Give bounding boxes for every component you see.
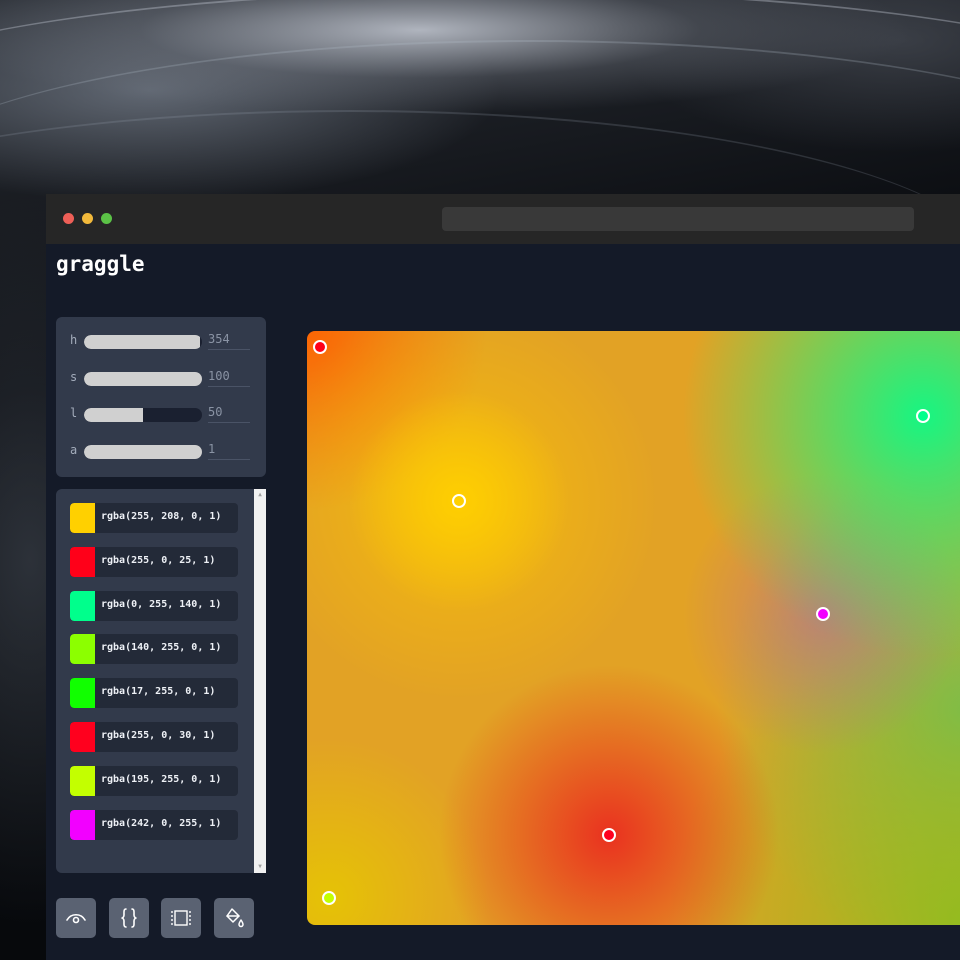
color-swatch bbox=[70, 678, 95, 708]
color-list-item[interactable]: rgba(17, 255, 0, 1) bbox=[70, 678, 238, 708]
code-braces-icon bbox=[121, 908, 137, 928]
color-list-item[interactable]: rgba(242, 0, 255, 1) bbox=[70, 810, 238, 840]
gradient-point-handle[interactable] bbox=[816, 607, 830, 621]
fill-button[interactable] bbox=[214, 898, 254, 938]
color-value: rgba(140, 255, 0, 1) bbox=[101, 642, 222, 653]
scroll-up-arrow-icon[interactable]: ▲ bbox=[254, 489, 266, 501]
hsla-panel: h 354 s 100 l 50 a 1 bbox=[56, 317, 266, 477]
color-list-panel: rgba(255, 208, 0, 1) rgba(255, 0, 25, 1)… bbox=[56, 489, 266, 873]
color-value: rgba(242, 0, 255, 1) bbox=[101, 818, 222, 829]
slider-label: h bbox=[70, 333, 78, 347]
color-list-item[interactable]: rgba(195, 255, 0, 1) bbox=[70, 766, 238, 796]
gradient-canvas[interactable] bbox=[307, 331, 960, 925]
slider-fill bbox=[84, 372, 202, 386]
gradient-point-handle[interactable] bbox=[322, 891, 336, 905]
color-swatch bbox=[70, 722, 95, 752]
color-list-item[interactable]: rgba(0, 255, 140, 1) bbox=[70, 591, 238, 621]
color-list-item[interactable]: rgba(255, 208, 0, 1) bbox=[70, 503, 238, 533]
color-swatch bbox=[70, 634, 95, 664]
window-titlebar bbox=[46, 194, 960, 244]
code-button[interactable] bbox=[109, 898, 149, 938]
url-bar[interactable] bbox=[442, 207, 914, 231]
minimize-window-button[interactable] bbox=[82, 213, 93, 224]
color-value: rgba(195, 255, 0, 1) bbox=[101, 774, 222, 785]
browser-window: graggle h 354 s 100 l 50 a 1 rgba(255, 2… bbox=[46, 194, 960, 960]
paint-bucket-icon bbox=[226, 908, 244, 928]
slider-fill bbox=[84, 335, 201, 349]
saturation-value-input[interactable]: 100 bbox=[208, 369, 250, 387]
color-list-scrollbar[interactable]: ▲ ▼ bbox=[254, 489, 266, 873]
frame-icon bbox=[171, 910, 191, 926]
slider-label: l bbox=[70, 406, 78, 420]
alpha-slider[interactable] bbox=[84, 445, 202, 459]
app-logo: graggle bbox=[56, 252, 145, 276]
hue-slider[interactable] bbox=[84, 335, 202, 349]
slider-label: a bbox=[70, 443, 78, 457]
maximize-window-button[interactable] bbox=[101, 213, 112, 224]
color-value: rgba(17, 255, 0, 1) bbox=[101, 686, 216, 697]
color-swatch bbox=[70, 591, 95, 621]
gradient-point-handle[interactable] bbox=[916, 409, 930, 423]
color-list-item[interactable]: rgba(140, 255, 0, 1) bbox=[70, 634, 238, 664]
alpha-value-input[interactable]: 1 bbox=[208, 442, 250, 460]
color-swatch bbox=[70, 503, 95, 533]
color-value: rgba(0, 255, 140, 1) bbox=[101, 599, 222, 610]
slider-row-hue: h 354 bbox=[56, 329, 266, 353]
gradient-point-handle[interactable] bbox=[452, 494, 466, 508]
hue-value-input[interactable]: 354 bbox=[208, 332, 250, 350]
color-swatch bbox=[70, 547, 95, 577]
slider-label: s bbox=[70, 370, 78, 384]
lightness-slider[interactable] bbox=[84, 408, 202, 422]
frame-button[interactable] bbox=[161, 898, 201, 938]
lightness-value-input[interactable]: 50 bbox=[208, 405, 250, 423]
eye-icon bbox=[66, 913, 86, 924]
color-value: rgba(255, 0, 25, 1) bbox=[101, 555, 216, 566]
scroll-down-arrow-icon[interactable]: ▼ bbox=[254, 861, 266, 873]
desktop-wallpaper: graggle h 354 s 100 l 50 a 1 rgba(255, 2… bbox=[0, 0, 960, 960]
color-list-item[interactable]: rgba(255, 0, 25, 1) bbox=[70, 547, 238, 577]
slider-row-alpha: a 1 bbox=[56, 439, 266, 463]
color-swatch bbox=[70, 810, 95, 840]
slider-row-saturation: s 100 bbox=[56, 366, 266, 390]
color-value: rgba(255, 0, 30, 1) bbox=[101, 730, 216, 741]
color-value: rgba(255, 208, 0, 1) bbox=[101, 511, 222, 522]
slider-fill bbox=[84, 445, 202, 459]
saturation-slider[interactable] bbox=[84, 372, 202, 386]
slider-fill bbox=[84, 408, 143, 422]
color-list-item[interactable]: rgba(255, 0, 30, 1) bbox=[70, 722, 238, 752]
color-swatch bbox=[70, 766, 95, 796]
slider-row-lightness: l 50 bbox=[56, 402, 266, 426]
gradient-point-handle[interactable] bbox=[313, 340, 327, 354]
gradient-point-handle[interactable] bbox=[602, 828, 616, 842]
close-window-button[interactable] bbox=[63, 213, 74, 224]
preview-button[interactable] bbox=[56, 898, 96, 938]
